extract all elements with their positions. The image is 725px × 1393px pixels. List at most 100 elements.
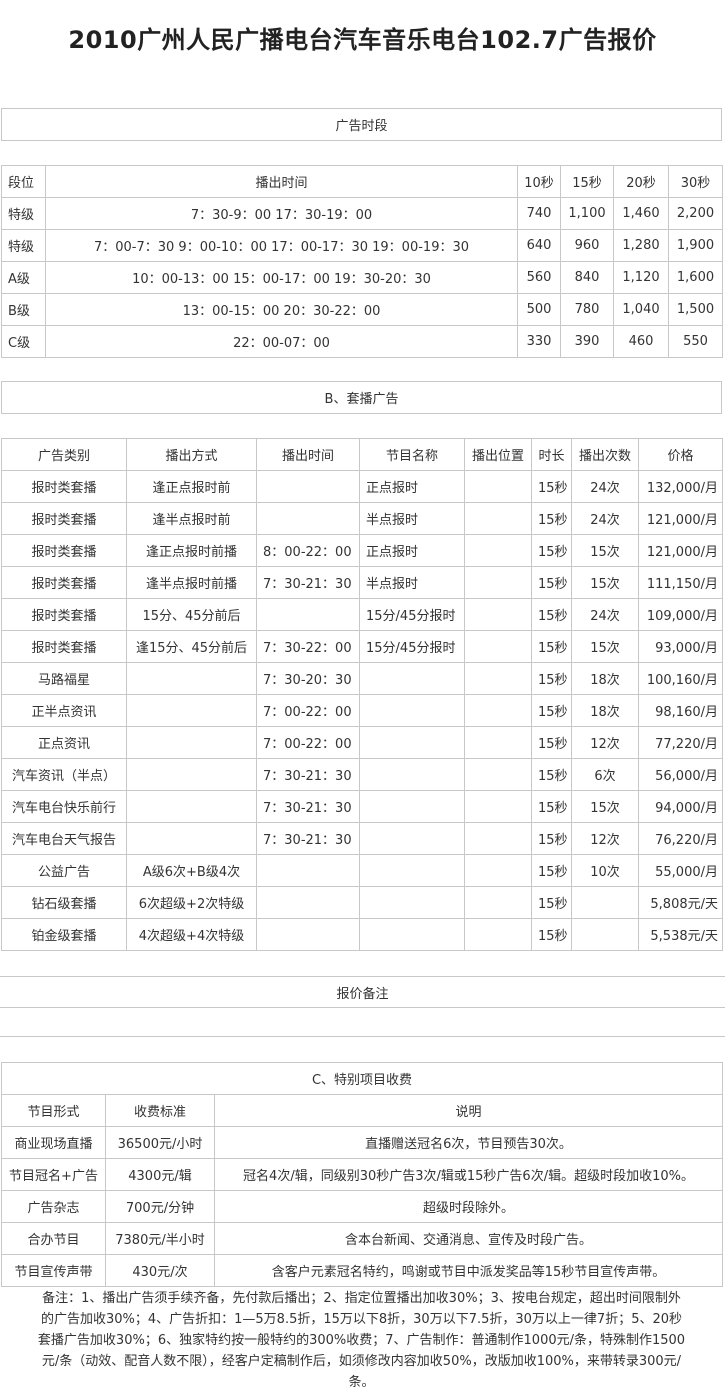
note-line: 元/条（动效、配音人数不限），经客户定稿制作后，如须修改内容加收50%，改版加收… [41, 1354, 682, 1369]
column-header: 段位 [1, 165, 46, 198]
table-cell [256, 598, 360, 631]
table-cell: 15秒 [531, 758, 572, 791]
table-cell: 2,200 [668, 197, 723, 230]
column-header: 节目名称 [359, 438, 465, 471]
table-cell [464, 790, 532, 823]
table-row: 汽车电台快乐前行 7：30-21：30 15秒 15次 94,000/月 [1, 790, 723, 823]
table-cell: 960 [560, 229, 614, 262]
table-cell: 1,600 [668, 261, 723, 294]
table-cell: 390 [560, 325, 614, 358]
column-header: 20秒 [613, 165, 669, 198]
table-cell: 98,160/月 [638, 694, 723, 727]
table-row: 公益广告 A级6次+B级4次 15秒 10次 55,000/月 [1, 854, 723, 887]
table-cell [464, 502, 532, 535]
table-row: 特级 7：30-9：00 17：30-19：00 740 1,100 1,460 2,20… [1, 197, 723, 230]
column-header: 价格 [638, 438, 723, 471]
table-cell: 7：30-21：30 [256, 566, 360, 599]
table-heading-row: C、特别项目收费 [0, 1062, 724, 1095]
table-cell: 7：00-22：00 [256, 726, 360, 759]
table-cell: 1,900 [668, 229, 723, 262]
table-cell [571, 918, 639, 951]
table-cell: 24次 [571, 502, 639, 535]
table-cell: B级 [1, 293, 46, 326]
table-cell: 正半点资讯 [1, 694, 127, 727]
table-cell: 正点报时 [359, 534, 465, 567]
table-cell: 15秒 [531, 822, 572, 855]
section-a-heading: 广告时段 [1, 108, 722, 141]
table-cell: 商业现场直播 [1, 1126, 106, 1159]
table-cell: A级 [1, 261, 46, 294]
table-cell: 15分、45分前后 [126, 598, 257, 631]
table-row: 马路福星 7：30-20：30 15秒 18次 100,160/月 [1, 662, 723, 695]
table-row: 汽车资讯（半点） 7：30-21：30 15秒 6次 56,000/月 [1, 758, 723, 791]
table-cell: 逢半点报时前 [126, 502, 257, 535]
table-cell: 15次 [571, 630, 639, 663]
table-cell: 15秒 [531, 662, 572, 695]
table-cell [464, 854, 532, 887]
table-cell: 15秒 [531, 630, 572, 663]
table-row: 报时类套播 逢正点报时前播 8：00-22：00 正点报时 15秒 15次 121,000/… [1, 534, 723, 567]
table-cell: 15秒 [531, 886, 572, 919]
table-cell: 报时类套播 [1, 630, 127, 663]
table-cell [464, 662, 532, 695]
table-cell [464, 470, 532, 503]
remarks-heading: 报价备注 [336, 987, 389, 1002]
table-cell [464, 630, 532, 663]
table-row: 广告杂志 700元/分钟 超级时段除外。 [1, 1190, 724, 1223]
table-cell: 逢半点报时前播 [126, 566, 257, 599]
column-header: 播出位置 [464, 438, 532, 471]
table-cell: 钻石级套播 [1, 886, 127, 919]
table-row: 报时类套播 逢正点报时前 正点报时 15秒 24次 132,000/月 [1, 470, 723, 503]
table-cell: 报时类套播 [1, 502, 127, 535]
package-ad-table: 广告类别 播出方式 播出时间 节目名称 播出位置 时长 播出次数 价格 报时类套播 逢正点报时前正… [1, 438, 723, 951]
table-cell [126, 758, 257, 791]
table-cell: 7：30-22：00 [256, 630, 360, 663]
table-cell: 15秒 [531, 726, 572, 759]
table-cell [359, 822, 465, 855]
table-cell: 合办节目 [1, 1222, 106, 1255]
table-cell: 12次 [571, 822, 639, 855]
table-cell: 1,460 [613, 197, 669, 230]
table-header-row: 广告类别 播出方式 播出时间 节目名称 播出位置 时长 播出次数 价格 [1, 438, 723, 471]
time-slot-price-table: 段位 播出时间 10秒 15秒 20秒 30秒 特级 7：30-9：00 17：30-19：0… [1, 165, 723, 358]
table-cell: 132,000/月 [638, 470, 723, 503]
table-cell [359, 758, 465, 791]
table-row: 正点资讯 7：00-22：00 15秒 12次 77,220/月 [1, 726, 723, 759]
table-cell [126, 790, 257, 823]
table-cell: 15秒 [531, 566, 572, 599]
table-cell [359, 854, 465, 887]
column-header: 播出方式 [126, 438, 257, 471]
table-cell: 逢15分、45分前后 [126, 630, 257, 663]
note-line: 的广告加收30%；4、广告折扣：1—5万8.5折，15万以下8折，30万以下7.… [40, 1312, 683, 1327]
table-cell: 36500元/小时 [105, 1126, 215, 1159]
table-cell: 7：00-22：00 [256, 694, 360, 727]
table-cell: 15次 [571, 534, 639, 567]
table-cell: 330 [517, 325, 561, 358]
table-cell: 15分/45分报时 [359, 598, 465, 631]
table-cell: 7：30-21：30 [256, 822, 360, 855]
table-cell: 报时类套播 [1, 534, 127, 567]
table-cell: 马路福星 [1, 662, 127, 695]
table-cell: 公益广告 [1, 854, 127, 887]
table-row: 钻石级套播 6次超级+2次特级 15秒 5,808元/天 [1, 886, 723, 919]
table-cell: 13：00-15：00 20：30-22：00 [45, 293, 518, 326]
page-title: 2010广州人民广播电台汽车音乐电台102.7广告报价 [68, 26, 657, 54]
table-cell: 逢正点报时前播 [126, 534, 257, 567]
table-header-row: 段位 播出时间 10秒 15秒 20秒 30秒 [1, 165, 723, 198]
table-cell: 半点报时 [359, 566, 465, 599]
table-cell: 15秒 [531, 918, 572, 951]
table-cell: 24次 [571, 598, 639, 631]
table-cell: 报时类套播 [1, 598, 127, 631]
table-cell: 节目冠名+广告 [1, 1158, 106, 1191]
table-cell: 4次超级+4次特级 [126, 918, 257, 951]
table-cell: 550 [668, 325, 723, 358]
table-row: 报时类套播 逢15分、45分前后 7：30-22：00 15分/45分报时 15秒 15次… [1, 630, 723, 663]
table-cell [126, 726, 257, 759]
table-cell: 1,040 [613, 293, 669, 326]
section-c-heading: C、特别项目收费 [0, 1062, 724, 1095]
table-cell: 7380元/半小时 [105, 1222, 215, 1255]
table-cell: 7：30-21：30 [256, 790, 360, 823]
notes-block: 备注：1、播出广告须手续齐备，先付款后播出；2、指定位置播出加收30%；3、按电… [2, 1288, 721, 1393]
column-header: 播出次数 [571, 438, 639, 471]
table-cell: 56,000/月 [638, 758, 723, 791]
